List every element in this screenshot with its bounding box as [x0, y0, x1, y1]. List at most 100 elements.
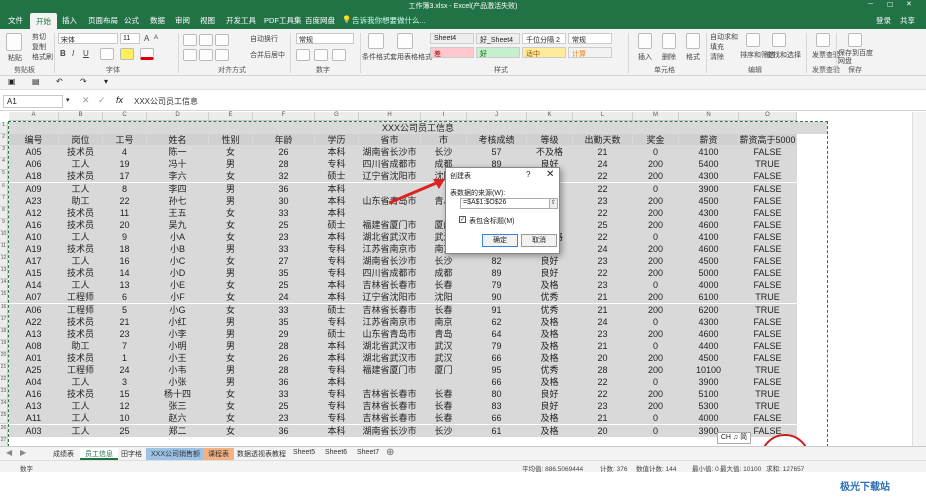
table-cell[interactable]: 小E — [147, 279, 209, 292]
tab-home[interactable]: 开始 — [30, 13, 57, 29]
align-center-icon[interactable] — [199, 49, 213, 61]
name-box[interactable]: A1 — [3, 95, 63, 108]
table-cell[interactable]: FALSE — [739, 170, 797, 183]
table-cell[interactable]: 女 — [209, 412, 253, 425]
shrink-font-button[interactable]: A — [154, 35, 158, 41]
align-bottom-icon[interactable] — [215, 34, 229, 46]
style-good-sheet4[interactable]: 好_Sheet4 — [476, 33, 520, 44]
table-cell[interactable]: 25 — [573, 218, 633, 231]
table-cell[interactable]: A16 — [9, 218, 59, 231]
table-cell[interactable]: 湖北省武汉市 — [359, 339, 421, 352]
has-headers-checkbox[interactable]: ✓ — [459, 216, 466, 223]
name-box-dropdown-icon[interactable]: ▾ — [66, 96, 70, 104]
align-left-icon[interactable] — [183, 49, 197, 61]
table-cell[interactable]: 专科 — [315, 400, 359, 413]
table-cell[interactable]: A11 — [9, 412, 59, 425]
table-cell[interactable]: 四川省成都市 — [359, 158, 421, 171]
table-cell[interactable]: 4100 — [679, 230, 739, 243]
align-right-icon[interactable] — [215, 49, 229, 61]
table-cell[interactable]: 29 — [253, 327, 315, 340]
table-cell[interactable]: 25 — [253, 400, 315, 413]
style-bad[interactable]: 差 — [430, 47, 474, 58]
table-cell[interactable]: 10100 — [679, 364, 739, 376]
table-cell[interactable]: 优秀 — [527, 291, 573, 304]
table-cell[interactable]: 0 — [633, 315, 679, 328]
table-cell[interactable]: FALSE — [739, 218, 797, 231]
sort-filter-icon[interactable] — [746, 33, 760, 47]
invoice-check-icon[interactable] — [816, 33, 830, 47]
sheet-tab-scores[interactable]: 成绩表 — [48, 448, 79, 460]
tell-me-search[interactable]: 告诉我你想要做什么... — [352, 15, 426, 26]
table-cell[interactable]: 23 — [573, 194, 633, 207]
table-cell[interactable]: 及格 — [527, 279, 573, 292]
border-icon[interactable] — [100, 48, 114, 60]
table-cell[interactable]: 4400 — [679, 339, 739, 352]
tab-insert[interactable]: 插入 — [62, 15, 77, 26]
table-cell[interactable]: 男 — [209, 158, 253, 171]
table-cell[interactable]: 优秀 — [527, 364, 573, 376]
table-cell[interactable]: 21 — [573, 146, 633, 159]
table-cell[interactable]: 27 — [253, 255, 315, 268]
table-cell[interactable]: 硕士 — [315, 327, 359, 340]
row-header[interactable]: 1 — [0, 122, 8, 135]
table-cell[interactable]: 21 — [573, 291, 633, 304]
table-cell[interactable]: 24 — [253, 291, 315, 304]
table-cell[interactable]: 技术员 — [59, 206, 103, 219]
table-cell[interactable]: 本科 — [315, 339, 359, 352]
table-cell[interactable]: 男 — [209, 182, 253, 195]
table-cell[interactable]: FALSE — [739, 243, 797, 255]
table-cell[interactable]: 23 — [573, 400, 633, 413]
table-header-cell[interactable]: 编号 — [9, 134, 59, 147]
table-cell[interactable]: 200 — [633, 158, 679, 171]
table-cell[interactable] — [359, 376, 421, 389]
table-cell[interactable]: 女 — [209, 388, 253, 401]
table-cell[interactable]: FALSE — [739, 315, 797, 328]
table-cell[interactable]: 32 — [253, 170, 315, 183]
tab-pdf-tools[interactable]: PDF工具集 — [264, 15, 302, 26]
grow-font-button[interactable]: A — [144, 34, 149, 43]
column-header[interactable]: F — [253, 112, 315, 121]
ime-toggle-button[interactable]: CH ♫ 简 — [717, 432, 751, 444]
table-cell[interactable]: 14 — [103, 267, 147, 280]
table-cell[interactable]: 工人 — [59, 255, 103, 268]
style-normal[interactable]: 常规 — [568, 33, 612, 44]
table-cell[interactable]: 22 — [573, 230, 633, 243]
table-cell[interactable]: 23 — [573, 279, 633, 292]
font-color-icon[interactable] — [140, 48, 154, 60]
table-cell[interactable]: 良好 — [527, 400, 573, 413]
table-header-cell[interactable]: 省市 — [359, 134, 421, 147]
table-cell[interactable]: FALSE — [739, 182, 797, 195]
table-cell[interactable]: 19 — [103, 158, 147, 171]
add-sheet-icon[interactable]: ⊕ — [386, 447, 394, 458]
table-cell[interactable]: 技术员 — [59, 146, 103, 159]
table-cell[interactable]: A05 — [9, 146, 59, 159]
tab-page-layout[interactable]: 页面布局 — [88, 15, 118, 26]
ok-button[interactable]: 确定 — [482, 234, 518, 247]
help-icon[interactable]: ? — [526, 170, 530, 179]
table-cell[interactable]: 女 — [209, 291, 253, 304]
table-cell[interactable]: 28 — [253, 339, 315, 352]
table-cell[interactable]: 200 — [633, 364, 679, 376]
row-header[interactable]: 13 — [0, 267, 8, 280]
table-cell[interactable]: 0 — [633, 230, 679, 243]
row-header[interactable]: 17 — [0, 315, 8, 328]
table-cell[interactable]: 专科 — [315, 388, 359, 401]
table-cell[interactable]: 24 — [573, 158, 633, 171]
fill-button[interactable]: 填充 — [710, 42, 724, 52]
table-cell[interactable]: 89 — [467, 267, 527, 280]
table-cell[interactable]: 20 — [103, 218, 147, 231]
table-cell[interactable]: 本科 — [315, 146, 359, 159]
wrap-text-button[interactable]: 自动换行 — [250, 34, 278, 44]
table-cell[interactable]: 4 — [103, 146, 147, 159]
align-top-icon[interactable] — [183, 34, 197, 46]
paste-small-icon[interactable]: ▤ — [32, 77, 40, 86]
table-cell[interactable]: A23 — [9, 194, 59, 207]
column-header[interactable]: G — [315, 112, 359, 121]
table-cell[interactable]: 6 — [103, 291, 147, 304]
table-cell[interactable]: 200 — [633, 170, 679, 183]
table-cell[interactable]: 200 — [633, 218, 679, 231]
row-header[interactable]: 11 — [0, 243, 8, 256]
table-cell[interactable]: 专科 — [315, 315, 359, 328]
table-cell[interactable]: 0 — [633, 412, 679, 425]
table-cell[interactable]: 36 — [253, 376, 315, 389]
